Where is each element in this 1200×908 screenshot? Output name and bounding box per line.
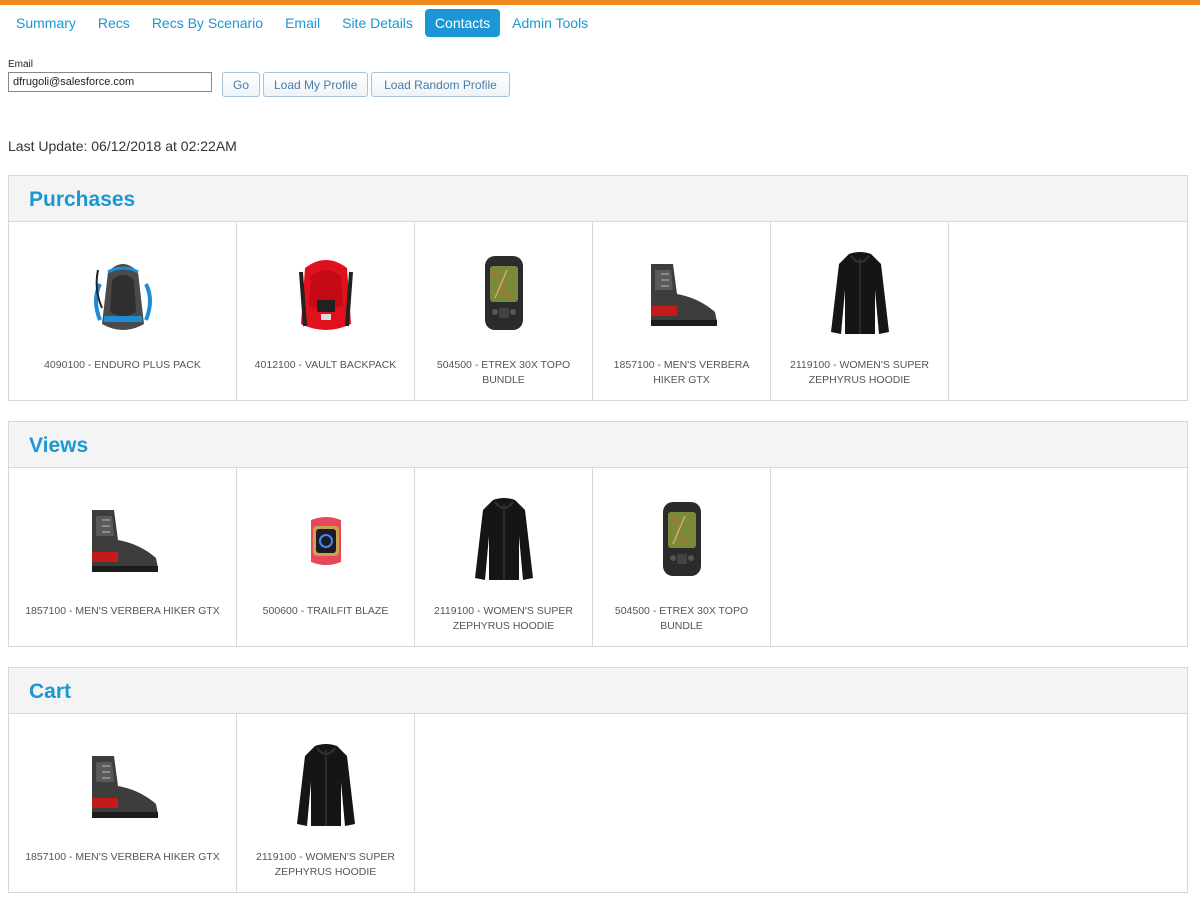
product-label: 2119100 - WOMEN'S SUPER ZEPHYRUS HOODIE — [434, 605, 573, 632]
email-label: Email — [8, 59, 34, 70]
main-nav: Summary Recs Recs By Scenario Email Site… — [6, 9, 600, 37]
product-label: 1857100 - MEN'S VERBERA HIKER GTX — [613, 359, 750, 386]
product-tile[interactable]: 2119100 - WOMEN'S SUPER ZEPHYRUS HOODIE — [237, 714, 415, 892]
nav-tab-site-details[interactable]: Site Details — [332, 9, 423, 37]
product-tile[interactable]: 504500 - ETREX 30X TOPO BUNDLE — [415, 222, 593, 400]
product-tile[interactable]: 1857100 - MEN'S VERBERA HIKER GTX — [9, 714, 237, 892]
hiking-boot-icon — [637, 250, 727, 340]
product-tile[interactable]: 2119100 - WOMEN'S SUPER ZEPHYRUS HOODIE — [415, 468, 593, 646]
load-my-profile-button[interactable]: Load My Profile — [263, 72, 368, 97]
product-tile[interactable]: 2119100 - WOMEN'S SUPER ZEPHYRUS HOODIE — [771, 222, 949, 400]
product-tile[interactable]: 1857100 - MEN'S VERBERA HIKER GTX — [593, 222, 771, 400]
fitness-watch-icon — [281, 496, 371, 586]
product-list: 1857100 - MEN'S VERBERA HIKER GTX 500600… — [9, 468, 1187, 646]
product-label: 500600 - TRAILFIT BLAZE — [262, 605, 389, 617]
jacket-icon — [281, 742, 371, 832]
product-label: 1857100 - MEN'S VERBERA HIKER GTX — [25, 851, 220, 863]
gps-device-icon — [459, 250, 549, 340]
jacket-icon — [815, 250, 905, 340]
product-label: 4090100 - ENDURO PLUS PACK — [44, 359, 201, 371]
hydration-pack-icon — [78, 250, 168, 340]
nav-tab-contacts[interactable]: Contacts — [424, 9, 501, 37]
section-views: Views 1857100 - MEN'S VERBERA HIKER GTX — [8, 421, 1188, 647]
product-tile[interactable]: 1857100 - MEN'S VERBERA HIKER GTX — [9, 468, 237, 646]
product-list: 1857100 - MEN'S VERBERA HIKER GTX 211910… — [9, 714, 1187, 892]
section-purchases: Purchases 4090100 - ENDURO PLUS PACK 401… — [8, 175, 1188, 401]
product-label: 504500 - ETREX 30X TOPO BUNDLE — [614, 605, 749, 632]
product-tile[interactable]: 500600 - TRAILFIT BLAZE — [237, 468, 415, 646]
backpack-icon — [281, 250, 371, 340]
section-title: Cart — [9, 668, 1187, 714]
section-title: Purchases — [9, 176, 1187, 222]
product-label: 504500 - ETREX 30X TOPO BUNDLE — [436, 359, 571, 386]
product-label: 2119100 - WOMEN'S SUPER ZEPHYRUS HOODIE — [256, 851, 395, 878]
jacket-icon — [459, 496, 549, 586]
gps-device-icon — [637, 496, 727, 586]
product-tile[interactable]: 4012100 - VAULT BACKPACK — [237, 222, 415, 400]
go-button[interactable]: Go — [222, 72, 260, 97]
product-tile[interactable]: 504500 - ETREX 30X TOPO BUNDLE — [593, 468, 771, 646]
email-input[interactable] — [8, 72, 212, 92]
hiking-boot-icon — [78, 742, 168, 832]
nav-tab-recs[interactable]: Recs — [88, 9, 140, 37]
section-title: Views — [9, 422, 1187, 468]
nav-tab-summary[interactable]: Summary — [6, 9, 86, 37]
load-random-profile-button[interactable]: Load Random Profile — [371, 72, 510, 97]
last-update-text: Last Update: 06/12/2018 at 02:22AM — [8, 138, 237, 154]
nav-tab-admin-tools[interactable]: Admin Tools — [502, 9, 598, 37]
product-tile[interactable]: 4090100 - ENDURO PLUS PACK — [9, 222, 237, 400]
top-accent-bar — [0, 0, 1200, 5]
product-label: 1857100 - MEN'S VERBERA HIKER GTX — [25, 605, 220, 617]
product-label: 4012100 - VAULT BACKPACK — [254, 359, 397, 371]
section-cart: Cart 1857100 - MEN'S VERBERA HIKER GTX 2… — [8, 667, 1188, 893]
nav-tab-recs-by-scenario[interactable]: Recs By Scenario — [142, 9, 273, 37]
nav-tab-email[interactable]: Email — [275, 9, 330, 37]
hiking-boot-icon — [78, 496, 168, 586]
product-label: 2119100 - WOMEN'S SUPER ZEPHYRUS HOODIE — [790, 359, 929, 386]
product-list: 4090100 - ENDURO PLUS PACK 4012100 - VAU… — [9, 222, 1187, 400]
